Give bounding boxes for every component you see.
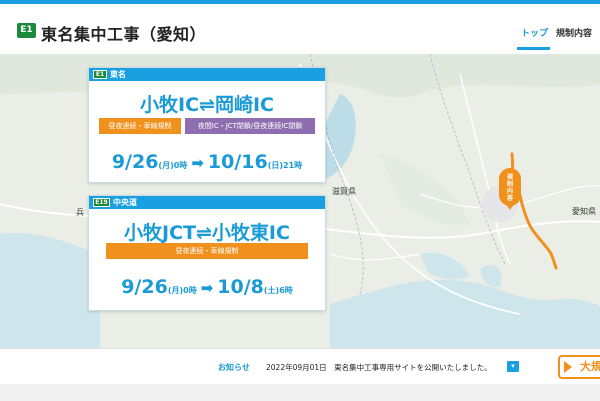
bottom-strip <box>0 384 600 401</box>
period-end-time: 21時 <box>283 161 303 170</box>
news-bar: お知らせ 2022年09月01日 東名集中工事専用サイトを公開いたしました。 ▾… <box>0 348 600 384</box>
card-header: E1 東名 <box>89 68 325 81</box>
nav-active-indicator <box>517 47 550 50</box>
news-item[interactable]: 2022年09月01日 東名集中工事専用サイトを公開いたしました。 <box>266 362 492 373</box>
pin-label: 規制内容 <box>506 174 513 202</box>
period-end-dow: (土) <box>263 286 280 295</box>
map-label-hyogo: 兵 <box>76 208 84 217</box>
map-area[interactable]: 滋賀県 愛知県 兵 規制内容 E1 東名 小牧IC⇌岡崎IC 昼夜連続・車線規制… <box>0 54 600 348</box>
card-period: 9/26(月)0時 ➡ 10/16(日)21時 <box>89 151 325 173</box>
period-end-dow: (日) <box>267 161 284 170</box>
news-label: お知らせ <box>218 363 250 372</box>
period-end-date: 10/8 <box>217 276 264 298</box>
arrow-right-icon: ➡ <box>200 279 214 297</box>
period-end-date: 10/16 <box>207 151 268 173</box>
period-start-time: 0時 <box>183 286 197 295</box>
period-start-dow: (月) <box>167 286 184 295</box>
nav-regulation[interactable]: 規制内容 <box>556 26 592 39</box>
pin-tip <box>505 203 515 210</box>
large-map-button-label: 大規 <box>580 360 600 373</box>
chevron-down-icon[interactable]: ▾ <box>507 361 519 372</box>
play-icon <box>564 361 572 373</box>
card-road-name: 中央道 <box>113 198 137 207</box>
period-start-date: 9/26 <box>121 276 168 298</box>
nav-top[interactable]: トップ <box>521 26 548 39</box>
period-end-time: 6時 <box>279 286 293 295</box>
map-label-shiga: 滋賀県 <box>332 187 356 196</box>
tag-lane-restriction: 昼夜連続・車線規制 <box>99 118 181 134</box>
period-start-dow: (月) <box>158 161 174 170</box>
tag-lane-restriction: 昼夜連続・車線規制 <box>106 243 308 259</box>
regulation-pin[interactable]: 規制内容 <box>499 168 521 206</box>
card-section-name: 小牧IC⇌岡崎IC <box>140 94 274 116</box>
site-header: E1 東名集中工事（愛知） トップ 規制内容 <box>0 4 600 54</box>
large-map-button[interactable]: 大規 <box>558 355 600 379</box>
regulation-card-chuo[interactable]: E19 中央道 小牧JCT⇌小牧東IC 昼夜連続・車線規制 9/26(月)0時 ➡… <box>88 195 326 311</box>
card-road-name: 東名 <box>110 70 126 79</box>
tag-ic-closure: 夜間IC・JCT閉鎖/昼夜連続IC閉鎖 <box>185 118 315 134</box>
arrow-right-icon: ➡ <box>191 154 204 172</box>
card-period: 9/26(月)0時 ➡ 10/8(土)6時 <box>89 276 325 298</box>
period-start-time: 0時 <box>173 161 188 170</box>
map-label-aichi: 愛知県 <box>572 207 596 216</box>
expressway-badge: E1 <box>17 23 36 38</box>
site-title[interactable]: 東名集中工事（愛知） <box>41 21 206 45</box>
card-road-badge: E1 <box>93 70 107 79</box>
period-start-date: 9/26 <box>111 151 159 173</box>
card-header: E19 中央道 <box>89 196 325 209</box>
card-section-name: 小牧JCT⇌小牧東IC <box>124 222 290 244</box>
card-road-badge: E19 <box>93 198 110 207</box>
regulation-card-tomei[interactable]: E1 東名 小牧IC⇌岡崎IC 昼夜連続・車線規制 夜間IC・JCT閉鎖/昼夜連… <box>88 67 326 183</box>
